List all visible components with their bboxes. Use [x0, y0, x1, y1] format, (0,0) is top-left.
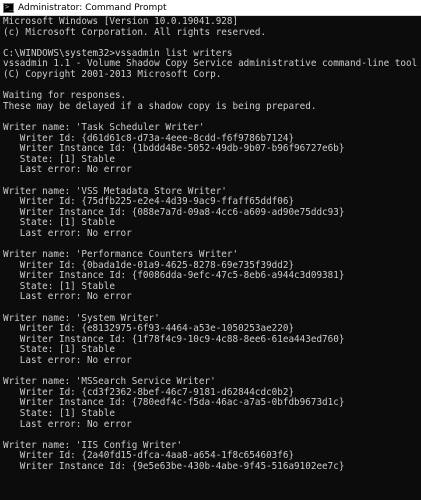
console-line: Writer Instance Id: {9e5e63be-430b-4abe-…: [3, 460, 345, 472]
console-line: State: [1] Stable: [3, 407, 115, 419]
console-line: Last error: No error: [3, 227, 132, 239]
cmd-icon-glyph: >_: [5, 2, 14, 11]
console-line: Last error: No error: [3, 418, 132, 430]
command-prompt-window: >_ Administrator: Command Prompt Microso…: [0, 0, 421, 500]
title-bar[interactable]: >_ Administrator: Command Prompt: [0, 0, 421, 16]
console-line: Last error: No error: [3, 291, 132, 303]
console-line: Microsoft Windows [Version 10.0.19041.92…: [3, 16, 239, 27]
console-line: Writer name: 'Task Scheduler Writer': [3, 121, 205, 133]
cmd-icon: >_: [3, 2, 14, 13]
console-line: Last error: No error: [3, 355, 132, 366]
console-line: (c) Microsoft Corporation. All rights re…: [3, 26, 267, 38]
window-title: Administrator: Command Prompt: [18, 2, 167, 13]
console-output[interactable]: Microsoft Windows [Version 10.0.19041.92…: [0, 16, 421, 500]
console-line: Last error: No error: [3, 164, 132, 176]
console-line: These may be delayed if a shadow copy is…: [3, 100, 317, 112]
console-line: (C) Copyright 2001-2013 Microsoft Corp.: [3, 68, 222, 80]
